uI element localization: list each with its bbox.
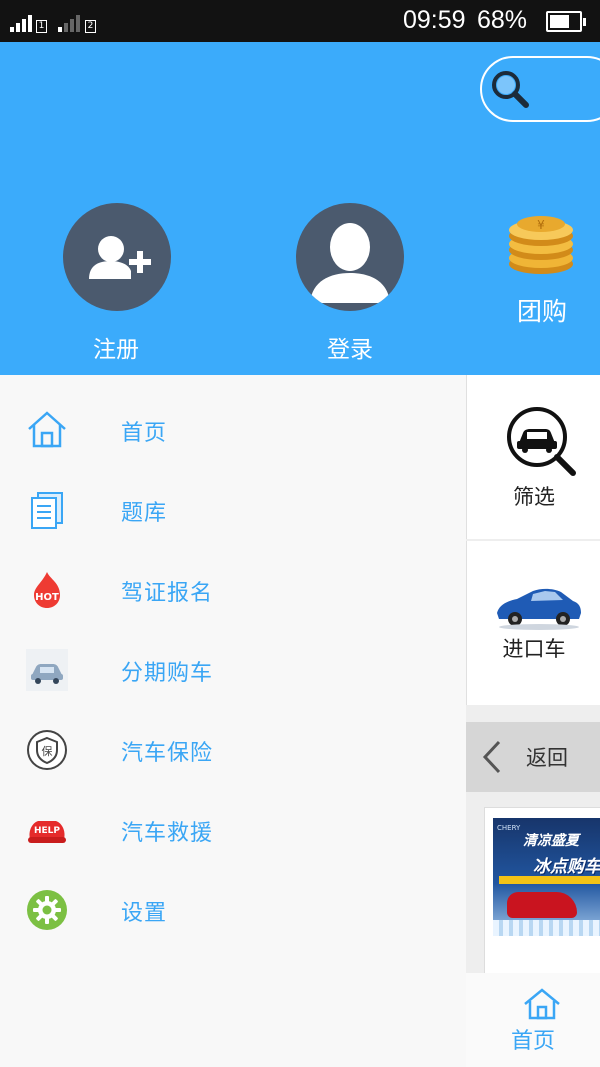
main-content-peek: 筛选 进口车 返回 CHERY 清凉盛夏 冰点购车 首页: [466, 375, 600, 1067]
tab-home-label: 首页: [510, 1029, 555, 1054]
promo-banner-image: CHERY 清凉盛夏 冰点购车: [493, 818, 600, 936]
banner-car-image: [507, 892, 577, 918]
menu-label-license-signup: 驾证报名: [121, 581, 214, 606]
drawer-header: 注册 登录 ¥ 团购: [0, 42, 600, 375]
filter-label: 筛选: [513, 485, 555, 509]
sports-car-icon: [497, 588, 581, 630]
menu-item-insurance[interactable]: 保 汽车保险: [0, 709, 466, 789]
menu-label-rescue: 汽车救援: [121, 821, 214, 846]
status-time: 09:59: [403, 6, 466, 34]
svg-text:HELP: HELP: [34, 826, 60, 836]
insurance-shield-icon: 保: [27, 730, 67, 770]
signal-strength-icon-1: [10, 15, 32, 32]
svg-text:保: 保: [42, 744, 53, 758]
menu-label-insurance: 汽车保险: [121, 741, 214, 766]
chevron-left-icon: [482, 740, 501, 774]
navigation-drawer: 首页 题库 HOT 驾证报名 分期购车 保 汽车保险 HELP 汽车救援 设置: [0, 375, 466, 1067]
home-icon: [524, 988, 560, 1020]
svg-text:HOT: HOT: [35, 592, 59, 603]
svg-text:¥: ¥: [537, 218, 545, 232]
menu-item-settings[interactable]: 设置: [0, 869, 466, 949]
menu-item-home[interactable]: 首页: [0, 389, 466, 469]
login-avatar-button[interactable]: [296, 203, 404, 311]
search-icon: [492, 71, 529, 108]
menu-item-question-bank[interactable]: 题库: [0, 469, 466, 549]
sim2-label: 2: [85, 20, 96, 33]
car-icon: [26, 649, 68, 691]
promo-banner-card[interactable]: CHERY 清凉盛夏 冰点购车: [484, 807, 600, 979]
coins-icon: ¥: [509, 216, 573, 274]
menu-label-home: 首页: [121, 421, 168, 446]
hot-flame-icon: HOT: [34, 572, 60, 608]
sim1-label: 1: [36, 20, 47, 33]
banner-headline-2: 冰点购车: [533, 857, 600, 877]
back-button[interactable]: 返回: [466, 722, 600, 792]
import-car-tile[interactable]: 进口车: [466, 541, 600, 705]
menu-label-installment: 分期购车: [121, 661, 214, 686]
home-icon: [28, 411, 66, 448]
menu-item-installment[interactable]: 分期购车: [0, 629, 466, 709]
back-label: 返回: [526, 746, 568, 770]
user-silhouette-icon: [310, 223, 390, 303]
settings-gear-icon: [27, 890, 67, 930]
import-car-label: 进口车: [502, 637, 566, 661]
document-icon: [31, 492, 63, 529]
add-user-icon: [89, 236, 151, 279]
car-search-icon: [507, 407, 576, 476]
battery-percent: 68%: [477, 6, 528, 34]
menu-label-question-bank: 题库: [121, 501, 168, 526]
filter-tile[interactable]: 筛选: [466, 375, 600, 539]
groupbuy-label[interactable]: 团购: [497, 292, 587, 328]
bottom-tab-bar: 首页: [466, 973, 600, 1067]
banner-brand: CHERY: [497, 824, 521, 832]
register-label[interactable]: 注册: [56, 330, 176, 364]
search-button[interactable]: [480, 56, 600, 122]
status-bar: 1 2 09:59 68%: [0, 0, 600, 42]
login-label[interactable]: 登录: [290, 330, 410, 364]
banner-headline-1: 清凉盛夏: [523, 833, 579, 849]
banner-date-strip: [499, 876, 600, 884]
menu-item-rescue[interactable]: HELP 汽车救援: [0, 789, 466, 869]
signal-strength-icon-2: [58, 15, 80, 32]
banner-ice-decoration: [493, 920, 600, 936]
battery-icon: [546, 11, 586, 32]
menu-item-license-signup[interactable]: HOT 驾证报名: [0, 549, 466, 629]
help-car-icon: HELP: [28, 821, 66, 843]
tab-home[interactable]: 首页: [466, 973, 600, 1067]
menu-label-settings: 设置: [121, 901, 168, 926]
register-avatar-button[interactable]: [63, 203, 171, 311]
